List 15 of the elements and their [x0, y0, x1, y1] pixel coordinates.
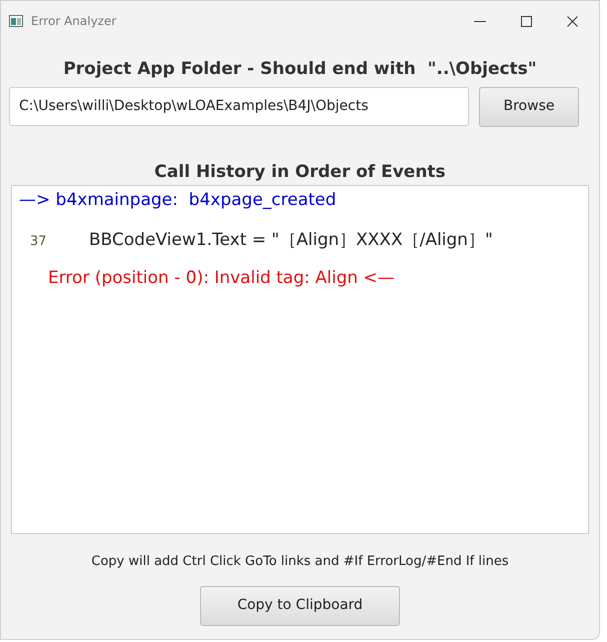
minimize-icon [474, 20, 486, 22]
browse-button[interactable]: Browse [479, 86, 579, 126]
section-heading: Call History in Order of Events [153, 160, 447, 184]
app-icon [9, 15, 23, 27]
path-field[interactable]: C:\Users\willi\Desktop\wLOAExamples\B4J\Objects [9, 86, 469, 126]
section-heading: Project App Folder - Should end with "..\Objects" [62, 58, 538, 81]
close-icon [566, 16, 578, 26]
copy-button[interactable]: Copy to Clipboard [200, 586, 400, 626]
error-message: Error (position - 0): Invalid tag: Align <— [48, 267, 396, 290]
line-number: 37 [30, 232, 48, 250]
code-line: BBCodeView1.Text = "［Align］XXXX［/Align］" [89, 228, 493, 252]
maximize-icon [520, 16, 532, 26]
window-title: Error Analyzer [31, 13, 118, 30]
event-header: —> b4xmainpage: b4xpage_created [19, 189, 338, 212]
footer-note: Copy will add Ctrl Click GoTo links and #If ErrorLog/#End If lines [90, 553, 510, 571]
